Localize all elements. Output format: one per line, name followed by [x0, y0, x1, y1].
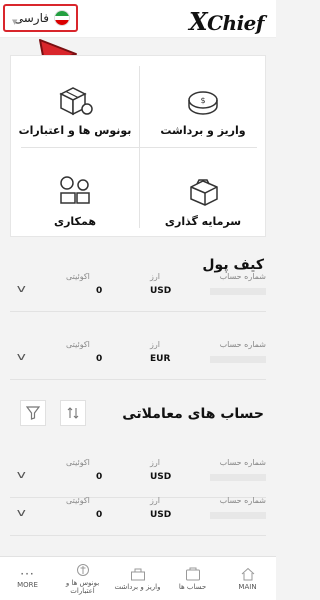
currency-value: EUR: [150, 354, 171, 364]
wallet-transfer-icon: [130, 568, 145, 581]
chevron-down-icon[interactable]: v: [17, 350, 26, 363]
tile-label: واریز و برداشت: [160, 124, 246, 137]
trading-accounts-title: حساب های معاملاتی: [122, 406, 264, 422]
bottom-navigation: ··· MORE بونوس ها و اعتبارات واریز و برد…: [0, 556, 276, 600]
currency-value: USD: [150, 286, 172, 296]
tile-label: همکاری: [54, 215, 96, 228]
iran-flag-icon: [54, 10, 70, 26]
app-header: ▼ فارسی XChief: [0, 0, 276, 38]
nav-more[interactable]: ··· MORE: [0, 557, 55, 600]
account-number-label: شماره حساب: [219, 272, 266, 281]
partnership-icon: [60, 176, 90, 204]
currency-label: ارز: [150, 458, 160, 467]
bonus-credits-tile[interactable]: بونوس ها و اعتبارات: [11, 56, 139, 147]
language-selector[interactable]: ▼ فارسی: [3, 4, 78, 32]
equity-value: 0: [96, 510, 103, 520]
tile-label: سرمایه گذاری: [164, 215, 242, 228]
equity-value: 0: [96, 354, 103, 364]
language-label: فارسی: [13, 11, 49, 25]
bonus-icon: [76, 564, 89, 576]
account-number-masked: [210, 288, 266, 295]
chevron-down-icon[interactable]: v: [17, 506, 26, 519]
sort-button[interactable]: [60, 400, 86, 426]
nav-label: واریز و برداشت: [114, 583, 161, 591]
briefcase-icon: [190, 179, 218, 206]
nav-main[interactable]: MAIN: [220, 557, 275, 600]
svg-text:$: $: [200, 96, 205, 105]
bonus-boxes-icon: [59, 87, 93, 116]
equity-value: 0: [96, 472, 103, 482]
nav-label: حساب ها: [178, 583, 207, 591]
nav-bonus[interactable]: بونوس ها و اعتبارات: [55, 557, 110, 600]
wallet-row[interactable]: v اکوئیتی 0 ارز EUR شماره حساب: [10, 334, 266, 380]
investment-tile[interactable]: سرمایه گذاری: [139, 147, 267, 238]
filter-icon: [26, 406, 40, 420]
nav-accounts[interactable]: حساب ها: [165, 557, 220, 600]
nav-label: MORE: [17, 581, 38, 589]
currency-value: USD: [150, 510, 172, 520]
chevron-down-icon: ▼: [12, 18, 18, 26]
chevron-down-icon[interactable]: v: [17, 468, 26, 481]
more-dots-icon: ···: [20, 567, 35, 581]
nav-label: MAIN: [238, 583, 257, 591]
equity-label: اکوئیتی: [66, 272, 90, 281]
equity-label: اکوئیتی: [66, 496, 90, 505]
quick-actions-grid: بونوس ها و اعتبارات $ واریز و برداشت همک…: [10, 55, 266, 237]
filter-button[interactable]: [20, 400, 46, 426]
coin-icon: $: [188, 91, 218, 115]
xchief-logo: XChief: [188, 7, 265, 36]
nav-deposit-withdraw[interactable]: واریز و برداشت: [110, 557, 165, 600]
equity-value: 0: [96, 286, 103, 296]
account-number-masked: [210, 356, 266, 363]
account-number-masked: [210, 474, 266, 481]
deposit-withdraw-tile[interactable]: $ واریز و برداشت: [139, 56, 267, 147]
home-icon: [241, 567, 254, 581]
currency-label: ارز: [150, 340, 160, 349]
currency-label: ارز: [150, 272, 160, 281]
currency-label: ارز: [150, 496, 160, 505]
partnership-tile[interactable]: همکاری: [11, 147, 139, 238]
accounts-icon: [185, 567, 200, 581]
equity-label: اکوئیتی: [66, 340, 90, 349]
account-number-label: شماره حساب: [219, 496, 266, 505]
trading-account-row[interactable]: v اکوئیتی 0 ارز USD شماره حساب: [10, 490, 266, 536]
equity-label: اکوئیتی: [66, 458, 90, 467]
account-number-masked: [210, 512, 266, 519]
account-number-label: شماره حساب: [219, 340, 266, 349]
wallet-row[interactable]: v اکوئیتی 0 ارز USD شماره حساب: [10, 266, 266, 312]
sort-icon: [67, 407, 79, 419]
tile-label: بونوس ها و اعتبارات: [18, 124, 132, 137]
chevron-down-icon[interactable]: v: [17, 282, 26, 295]
currency-value: USD: [150, 472, 172, 482]
account-number-label: شماره حساب: [219, 458, 266, 467]
nav-label: بونوس ها و اعتبارات: [65, 579, 100, 595]
